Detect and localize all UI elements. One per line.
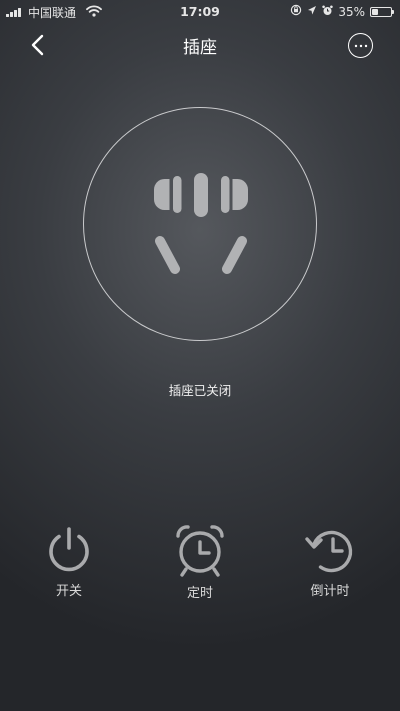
countdown-icon <box>305 530 353 573</box>
more-options-button[interactable] <box>348 33 373 58</box>
battery-icon <box>370 6 394 17</box>
status-right-group: 35% <box>290 4 394 19</box>
socket-page: { "status_bar": { "carrier": "中国联通", "ti… <box>0 0 400 711</box>
alarm-clock-icon <box>176 525 224 577</box>
power-icon <box>49 527 89 572</box>
timer-button[interactable]: 定时 <box>155 524 245 601</box>
power-label: 开关 <box>55 584 82 599</box>
status-bar: 中国联通 17:09 35% <box>0 0 400 24</box>
page-title: 插座 <box>183 38 217 58</box>
back-button[interactable] <box>26 32 52 58</box>
more-options-icon <box>354 44 367 47</box>
countdown-button[interactable]: 倒计时 <box>285 524 375 599</box>
screen-rotation-lock-icon <box>290 4 302 19</box>
battery-level <box>372 8 379 15</box>
socket-plug-icon <box>154 173 248 274</box>
back-arrow-icon <box>31 34 44 56</box>
power-button[interactable]: 开关 <box>24 524 114 599</box>
timer-label: 定时 <box>186 586 213 601</box>
socket-display[interactable] <box>83 107 317 341</box>
alarm-icon <box>322 5 334 19</box>
location-icon <box>307 5 317 19</box>
socket-status-text: 插座已关闭 <box>168 383 232 398</box>
countdown-label: 倒计时 <box>310 584 350 599</box>
battery-percent: 35% <box>338 4 365 19</box>
